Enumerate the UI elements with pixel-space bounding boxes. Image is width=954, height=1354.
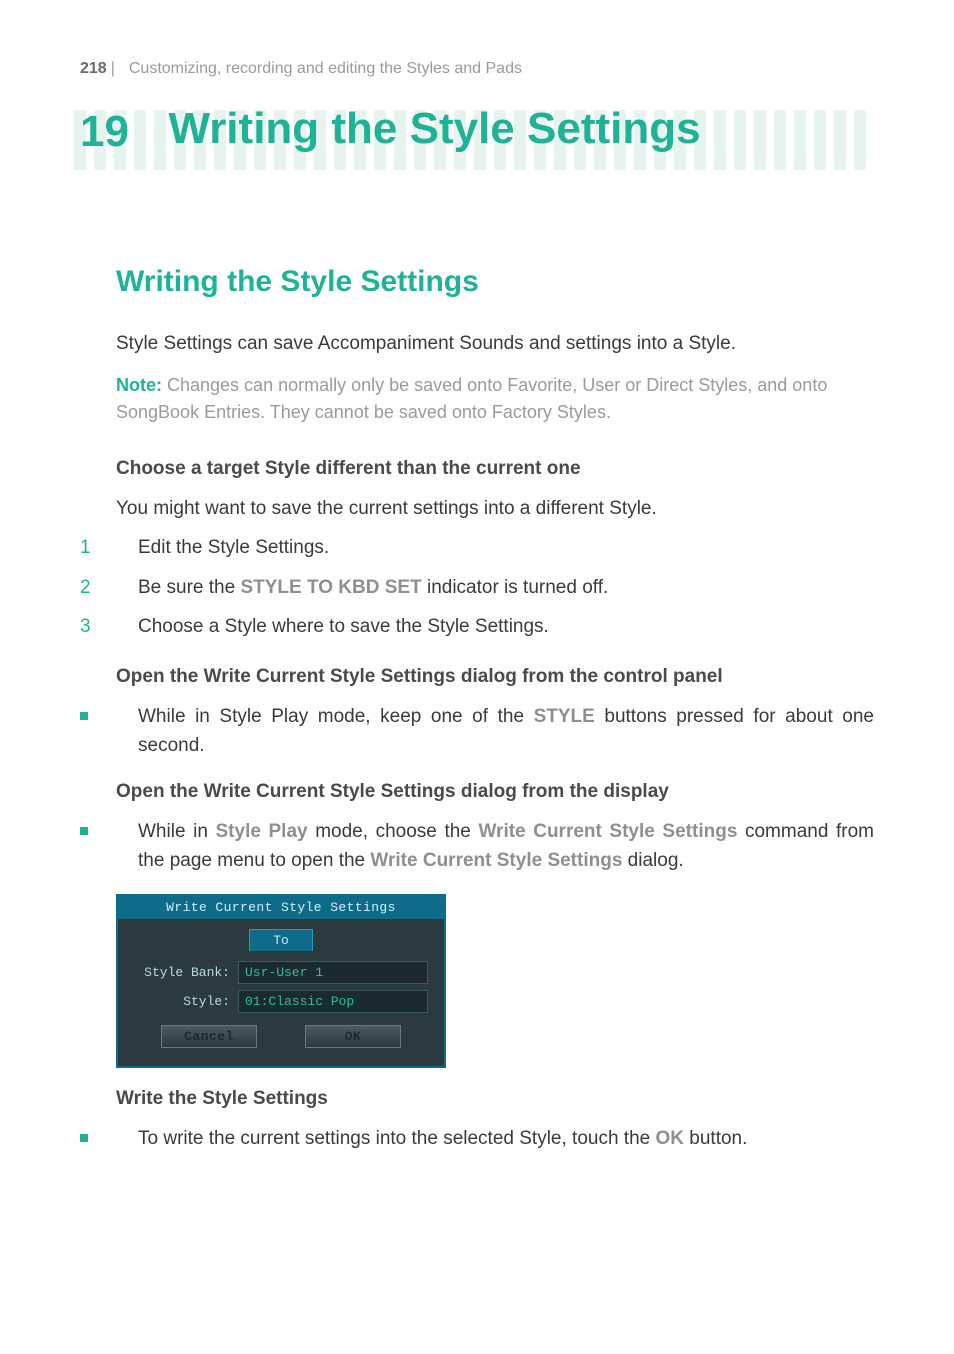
note-body: Changes can normally only be saved onto … <box>116 375 827 422</box>
bullet-text: While in <box>138 821 216 842</box>
bullet-item: To write the current settings into the s… <box>80 1124 874 1153</box>
ui-term: Style Play <box>216 821 308 842</box>
subheading-open-panel: Open the Write Current Style Settings di… <box>116 666 874 688</box>
bullet-list: To write the current settings into the s… <box>80 1124 874 1153</box>
step-item: Choose a Style where to save the Style S… <box>80 612 874 641</box>
chapter-title: Writing the Style Settings <box>168 104 700 155</box>
cancel-button[interactable]: Cancel <box>161 1025 257 1048</box>
ui-term: Write Current Style Settings <box>478 821 737 842</box>
dialog-row-style: Style: 01:Classic Pop <box>134 990 428 1013</box>
header-section-title: Customizing, recording and editing the S… <box>129 60 522 78</box>
bullet-text: mode, choose the <box>308 821 479 842</box>
dialog-button-row: Cancel OK <box>134 1019 428 1058</box>
lead-paragraph: Style Settings can save Accompaniment So… <box>116 329 874 358</box>
dialog-title: Write Current Style Settings <box>118 896 444 919</box>
dialog-label-style: Style: <box>134 994 230 1009</box>
step-text: Be sure the <box>138 577 240 598</box>
bullet-list: While in Style Play mode, choose the Wri… <box>80 817 874 876</box>
step-text: Choose a Style where to save the Style S… <box>138 616 549 637</box>
dialog-body: To Style Bank: Usr-User 1 Style: 01:Clas… <box>118 919 444 1066</box>
bullet-item: While in Style Play mode, keep one of th… <box>80 702 874 761</box>
bullet-text: dialog. <box>622 850 683 871</box>
ok-button[interactable]: OK <box>305 1025 401 1048</box>
bullet-text: While in Style Play mode, keep one of th… <box>138 706 534 727</box>
bullet-text: To write the current settings into the s… <box>138 1128 656 1149</box>
page-number: 218 <box>80 60 107 78</box>
choose-target-paragraph: You might want to save the current setti… <box>116 494 874 523</box>
subheading-choose-target: Choose a target Style different than the… <box>116 458 874 480</box>
chapter-header: 19 Writing the Style Settings <box>80 104 874 155</box>
ui-term: Write Current Style Settings <box>370 850 622 871</box>
numbered-steps: Edit the Style Settings. Be sure the STY… <box>80 533 874 641</box>
section-title: Writing the Style Settings <box>116 265 874 299</box>
header-separator: | <box>111 60 115 78</box>
bullet-text: button. <box>684 1128 747 1149</box>
dialog-tab-to[interactable]: To <box>249 929 313 951</box>
dialog-field-style[interactable]: 01:Classic Pop <box>238 990 428 1013</box>
bullet-list: While in Style Play mode, keep one of th… <box>80 702 874 761</box>
running-header: 218 | Customizing, recording and editing… <box>80 60 874 78</box>
subheading-open-display: Open the Write Current Style Settings di… <box>116 781 874 803</box>
dialog-field-bank[interactable]: Usr-User 1 <box>238 961 428 984</box>
note-paragraph: Note: Changes can normally only be saved… <box>116 372 874 426</box>
ui-term: STYLE <box>534 706 595 727</box>
chapter-number: 19 <box>80 104 164 154</box>
content-body: Style Settings can save Accompaniment So… <box>116 329 874 1153</box>
note-label: Note: <box>116 375 162 395</box>
step-text: Edit the Style Settings. <box>138 537 329 558</box>
step-item: Be sure the STYLE TO KBD SET indicator i… <box>80 573 874 602</box>
step-item: Edit the Style Settings. <box>80 533 874 562</box>
ui-term: STYLE TO KBD SET <box>240 577 421 598</box>
step-text: indicator is turned off. <box>422 577 609 598</box>
bullet-item: While in Style Play mode, choose the Wri… <box>80 817 874 876</box>
ui-term: OK <box>656 1128 685 1149</box>
dialog-row-bank: Style Bank: Usr-User 1 <box>134 961 428 984</box>
dialog-label-bank: Style Bank: <box>134 965 230 980</box>
subheading-write: Write the Style Settings <box>116 1088 874 1110</box>
write-style-settings-dialog: Write Current Style Settings To Style Ba… <box>116 894 446 1068</box>
page-root: 218 | Customizing, recording and editing… <box>0 0 954 1211</box>
